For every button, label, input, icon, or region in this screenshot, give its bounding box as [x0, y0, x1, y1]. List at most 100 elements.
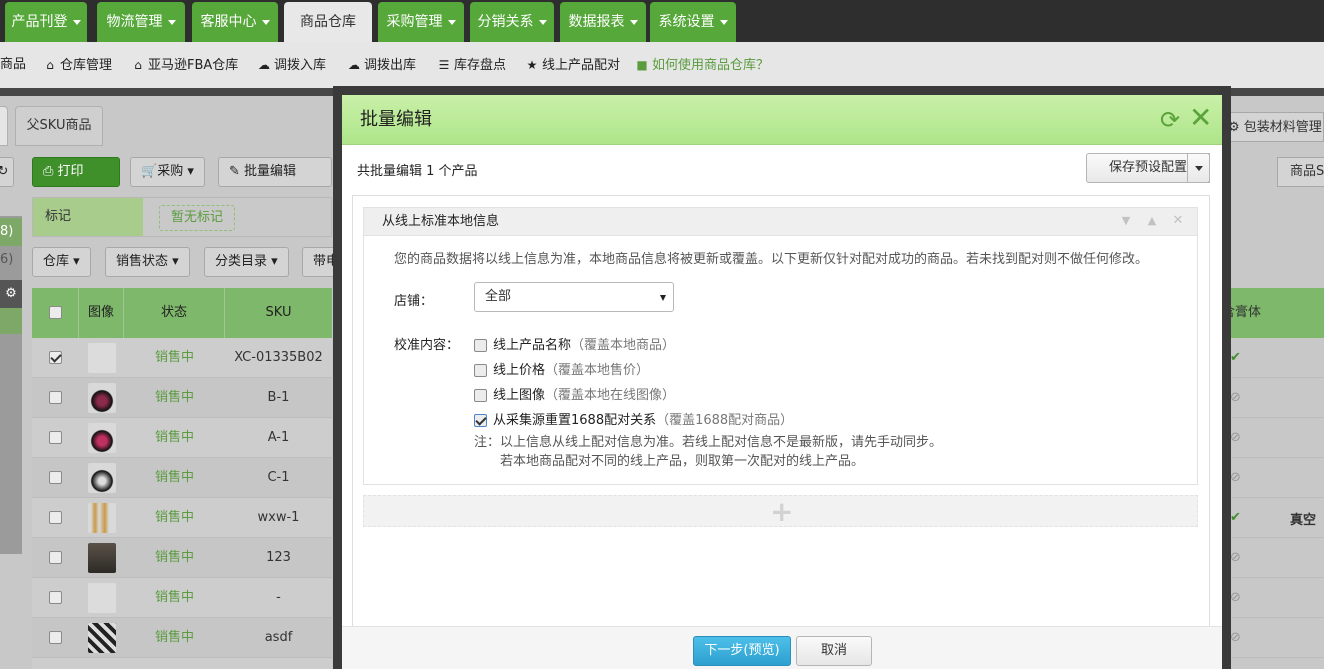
row-checkbox[interactable] — [49, 351, 62, 364]
table-row[interactable]: 销售中 XC-01335B02 — [32, 338, 332, 378]
table-row[interactable]: 销售中 B-1 — [32, 378, 332, 418]
move-up-icon[interactable]: ▲ — [1144, 212, 1160, 230]
filter-label: 分类目录 — [215, 254, 268, 269]
subnav-transfer-out[interactable]: ☁ 调拨出库 — [348, 42, 416, 88]
option-online-name[interactable]: 线上产品名称（覆盖本地商品） — [474, 334, 675, 353]
subnav-label: 库存盘点 — [454, 58, 507, 73]
panel-description: 您的商品数据将以线上信息为准，本地商品信息将被更新或覆盖。以下更新仅针对配对成功… — [394, 252, 1149, 267]
table-row[interactable]: 销售中 A-1 — [32, 418, 332, 458]
remove-icon[interactable]: ✕ — [1170, 212, 1186, 230]
gear-icon[interactable]: ⚙ — [0, 280, 22, 308]
no-mark-tag[interactable]: 暂无标记 — [159, 205, 235, 231]
shop-select[interactable]: 全部 — [474, 282, 674, 312]
print-button[interactable]: ⎙ 打印 — [32, 157, 120, 202]
row-checkbox[interactable] — [49, 631, 62, 644]
option-online-image[interactable]: 线上图像（覆盖本地在线图像） — [474, 384, 675, 403]
subnav-label: 调拨入库 — [274, 58, 327, 73]
option-reset-1688[interactable]: 从采集源重置1688配对关系（覆盖1688配对商品） — [474, 409, 793, 428]
refresh-button[interactable]: ↻ — [0, 157, 14, 187]
purchase-label: 采购 — [157, 164, 184, 179]
next-preview-button[interactable]: 下一步(预览) — [693, 636, 791, 666]
packaging-button[interactable]: ⚙ 包装材料管理 — [1222, 112, 1324, 142]
subnav-stocktake[interactable]: ☰ 库存盘点 — [438, 42, 506, 88]
ban-icon: ⊘ — [1230, 390, 1241, 405]
row-checkbox[interactable] — [49, 431, 62, 444]
option-checkbox[interactable] — [474, 414, 487, 427]
row-checkbox-cell — [32, 578, 79, 618]
filter-category[interactable]: 分类目录 ▾ — [204, 247, 289, 277]
row-checkbox[interactable] — [49, 591, 62, 604]
row-sku: B-1 — [267, 390, 290, 405]
option-online-price[interactable]: 线上价格（覆盖本地售价） — [474, 359, 649, 378]
move-down-icon[interactable]: ▼ — [1118, 212, 1134, 230]
close-icon[interactable]: ✕ — [1189, 104, 1212, 132]
placeholder-image-icon — [87, 582, 116, 613]
tab-listing[interactable]: 产品刊登 — [5, 2, 87, 42]
panel-title: 从线上标准本地信息 — [382, 214, 500, 229]
products-table: 图像 状态 SKU 销售中 XC-01335B02 销售中 B-1 销售中 A-… — [32, 288, 332, 669]
tab-distribution[interactable]: 分销关系 — [470, 2, 554, 42]
col-sku: SKU — [265, 305, 292, 320]
row-checkbox[interactable] — [49, 471, 62, 484]
purchase-button[interactable]: 🛒采购 ▾ — [130, 157, 205, 187]
row-image — [79, 458, 124, 498]
table-row[interactable]: 销售中 123 — [32, 538, 332, 578]
refresh-icon[interactable]: ⟳ — [1159, 107, 1181, 133]
row-checkbox[interactable] — [49, 511, 62, 524]
col-status: 状态 — [124, 288, 225, 338]
right-row: ⊘ — [1222, 538, 1324, 578]
row-checkbox[interactable] — [49, 551, 62, 564]
preset-dropdown-button[interactable] — [1187, 153, 1210, 183]
ban-icon: ⊘ — [1230, 550, 1241, 565]
batch-edit-label: 批量编辑 — [244, 164, 297, 179]
option-checkbox[interactable] — [474, 364, 487, 377]
right-column: ⚙ 包装材料管理 商品S 含膏体 ✔ ⊘ ⊘ ⊘ ✔ 真空 ⊘ ⊘ ⊘ — [1222, 96, 1324, 669]
subnav-products[interactable]: 商品 — [0, 42, 26, 88]
calibrate-label: 校准内容： — [394, 338, 460, 353]
select-all-cell — [32, 288, 79, 338]
subnav-fba-warehouse[interactable]: ⌂ 亚马逊FBA仓库 — [132, 42, 238, 88]
tab-settings[interactable]: 系统设置 — [650, 2, 736, 42]
tab-logistics[interactable]: 物流管理 — [97, 2, 185, 42]
help-link[interactable]: ■ 如何使用商品仓库？ — [636, 42, 769, 88]
product-sku-button[interactable]: 商品S — [1277, 157, 1324, 187]
filter-warehouse[interactable]: 仓库 ▾ — [32, 247, 91, 277]
cancel-button[interactable]: 取消 — [796, 636, 872, 666]
subnav-online-match[interactable]: ★ 线上产品配对 — [526, 42, 620, 88]
option-label: 线上图像 — [493, 388, 546, 403]
filter-sale-status[interactable]: 销售状态 ▾ — [105, 247, 190, 277]
tab-warehouse[interactable]: 商品仓库 — [284, 2, 372, 42]
tab-parent-sku[interactable]: 父SKU商品 — [15, 106, 103, 146]
subnav-warehouse-manage[interactable]: ⌂ 仓库管理 — [44, 42, 112, 88]
tab-reports[interactable]: 数据报表 — [560, 2, 646, 42]
panel-note: 注：以上信息从线上配对信息为准。若线上配对信息不是最新版，请先手动同步。 若本地… — [474, 433, 942, 471]
tab-customer-service[interactable]: 客服中心 — [192, 2, 278, 42]
table-row[interactable]: 销售中 wxw-1 — [32, 498, 332, 538]
option-checkbox[interactable] — [474, 389, 487, 402]
table-row[interactable]: 销售中 - — [32, 578, 332, 618]
cart-icon: 🛒 — [141, 164, 158, 179]
row-status: 销售中 — [154, 590, 194, 605]
home-icon: ⌂ — [46, 58, 54, 72]
next-label: 下一步(预览) — [704, 643, 780, 658]
ban-icon: ⊘ — [1230, 630, 1241, 645]
table-row[interactable]: 销售中 asdf — [32, 618, 332, 658]
subnav-transfer-in[interactable]: ☁ 调拨入库 — [258, 42, 326, 88]
mark-label: 标记 — [33, 198, 143, 236]
right-row: ⊘ — [1222, 378, 1324, 418]
add-module-bar[interactable]: + — [363, 495, 1198, 527]
row-checkbox[interactable] — [49, 391, 62, 404]
print-icon: ⎙ — [43, 164, 54, 179]
right-row: ⊘ — [1222, 458, 1324, 498]
select-all-checkbox[interactable] — [48, 306, 62, 319]
batch-edit-button[interactable]: ✎ 批量编辑 — [218, 157, 332, 187]
table-row[interactable]: 销售中 C-1 — [32, 458, 332, 498]
tab-purchase[interactable]: 采购管理 — [378, 2, 464, 42]
tab-products[interactable] — [0, 106, 8, 146]
subnav-label: 亚马逊FBA仓库 — [148, 58, 239, 73]
left-sidebar-stub: 8) 6) ⚙ — [0, 216, 22, 554]
row-image — [79, 418, 124, 458]
option-checkbox[interactable] — [474, 339, 487, 352]
right-row: ⊘ — [1222, 418, 1324, 458]
shop-label: 店铺： — [394, 294, 434, 309]
